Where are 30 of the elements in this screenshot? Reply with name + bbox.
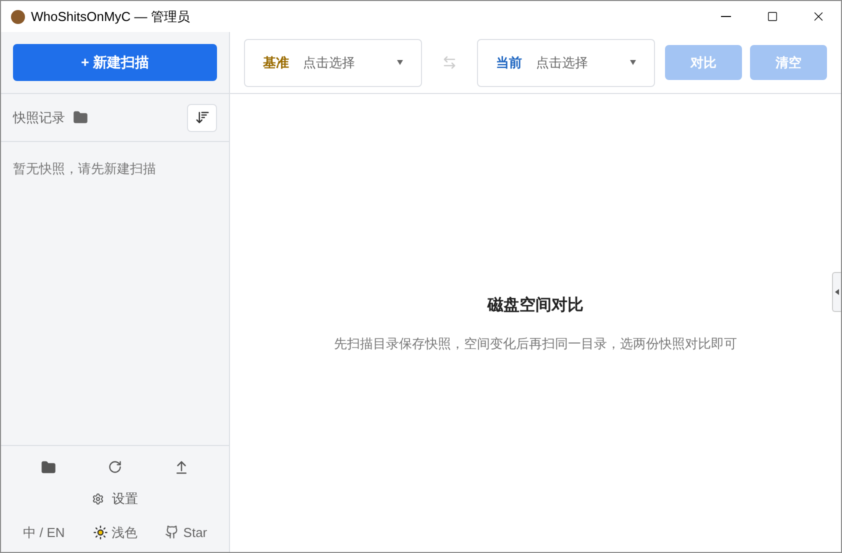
maximize-icon: [766, 11, 778, 22]
select-label: 当前: [496, 54, 522, 72]
settings-icon: [92, 492, 104, 505]
snapshot-select[interactable]: 当前 点击选择: [477, 38, 655, 86]
refresh-icon[interactable]: [108, 460, 122, 474]
sort-button[interactable]: [187, 104, 217, 132]
star-link[interactable]: Star: [165, 522, 208, 542]
empty-title: 磁盘空间对比: [488, 295, 584, 316]
select-placeholder: 点击选择: [303, 54, 355, 72]
theme-toggle[interactable]: 浅色: [92, 522, 138, 542]
select-placeholder: 点击选择: [536, 54, 588, 72]
empty-subtitle: 先扫描目录保存快照，空间变化后再扫同一目录，选两份快照对比即可: [334, 335, 737, 353]
caret-icon: [630, 60, 636, 65]
folder-icon[interactable]: [41, 460, 56, 475]
upload-icon[interactable]: [174, 460, 189, 475]
window-title: WhoShitsOnMyC — 管理员: [31, 8, 190, 26]
minimize-icon: [721, 16, 731, 17]
github-icon: [165, 525, 180, 540]
empty-snapshots-text: 暂无快照，请先新建扫描: [13, 161, 156, 176]
sun-icon: [92, 524, 108, 540]
panel-toggle-tab[interactable]: [832, 272, 841, 312]
new-scan-button[interactable]: + 新建扫描: [13, 44, 217, 81]
snapshot-select[interactable]: 基准 点击选择: [244, 38, 422, 86]
caret-icon: [397, 60, 403, 65]
snapshots-label: 快照记录: [13, 108, 65, 127]
select-label: 基准: [263, 54, 289, 72]
settings-button[interactable]: 设置: [92, 489, 138, 508]
sort-icon: [194, 110, 210, 125]
language-toggle[interactable]: 中 / EN: [22, 522, 65, 542]
app-icon: [11, 10, 25, 24]
